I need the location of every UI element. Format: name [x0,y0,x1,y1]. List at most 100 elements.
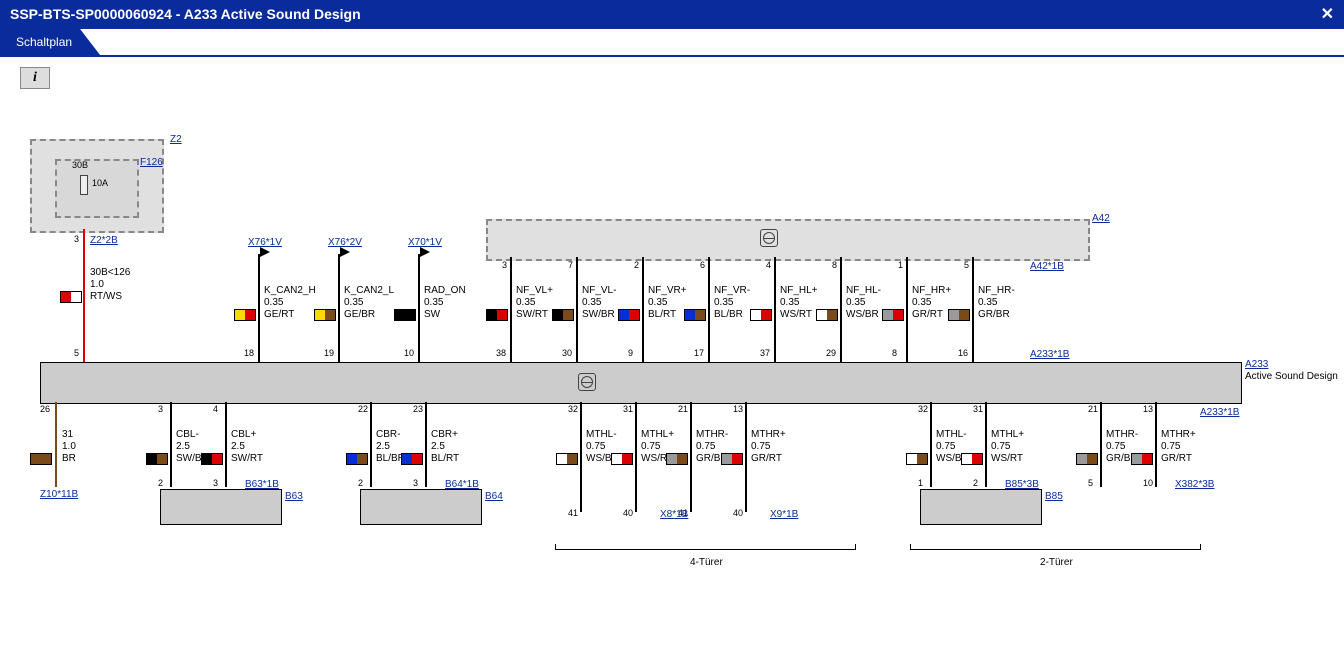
wire-mthlm4 [580,402,582,512]
pin: 4 [213,405,218,415]
pin: 13 [1143,405,1153,415]
c: GR/RT [1161,453,1192,464]
ref-X70*1V[interactable]: X70*1V [408,237,442,248]
pin-a42: 6 [700,261,705,271]
w31-sig: 31 [62,429,73,440]
pin: 23 [413,405,423,415]
component-box [160,489,282,525]
pin-z2-bot: 3 [74,235,79,245]
ref-z2-2b[interactable]: Z2*2B [90,235,118,246]
color-chip [401,453,423,465]
color-chip [486,309,508,321]
wire-nfvrm [708,257,710,362]
ref[interactable]: B63 [285,491,303,502]
fuse-icon [80,175,88,195]
color-chip [882,309,904,321]
ref-x9[interactable]: X9*1B [770,509,798,520]
ref-x8[interactable]: X8*1B [660,509,688,520]
pin-b: 5 [1088,479,1093,489]
sig: CBR- [376,429,400,440]
sig: NF_VR+ [648,285,687,296]
pin-a42: 1 [898,261,903,271]
ref-a42[interactable]: A42 [1092,213,1110,224]
g: 0.35 [978,297,997,308]
diagram-canvas: Z2 F126 30B 10A 3 Z2*2B 30B<126 1.0 RT/W… [0,89,1344,649]
arrow-icon [260,247,270,257]
ref-X76*1V[interactable]: X76*1V [248,237,282,248]
sig: MTHR- [696,429,728,440]
color-chip [666,453,688,465]
color-chip [1131,453,1153,465]
ref-a42-1b[interactable]: A42*1B [1030,261,1064,272]
color-chip [684,309,706,321]
g: 0.35 [516,297,535,308]
tab-schaltplan[interactable]: Schaltplan [0,29,100,55]
color-chip [556,453,578,465]
chip-rtws [60,291,82,303]
ref-a233-1b-bot[interactable]: A233*1B [1200,407,1239,418]
sig: NF_HR- [978,285,1015,296]
arrow-icon [420,247,430,257]
wire-cblp [225,402,227,487]
chip-br [30,453,52,465]
box-a42 [486,219,1090,261]
g: 0.75 [1106,441,1125,452]
pin: 32 [568,405,578,415]
color-chip [314,309,336,321]
pin-a233: 29 [826,349,836,359]
box-a233 [40,362,1242,404]
sig: MTHL+ [641,429,674,440]
pin-a42: 4 [766,261,771,271]
c: SW/RT [231,453,263,464]
pin: 13 [733,405,743,415]
ref-z2[interactable]: Z2 [170,134,182,145]
wire-mthlm2 [930,402,932,487]
wire-nfhrp [906,257,908,362]
g: 0.35 [582,297,601,308]
sig: MTHR+ [751,429,786,440]
sig: MTHL- [586,429,617,440]
pin-b: 41 [568,509,578,519]
w30b-sig: 30B<126 [90,267,130,278]
gauge: 0.35 [424,297,443,308]
wire-cbrp [425,402,427,487]
c: GR/RT [751,453,782,464]
sig: MTHL- [936,429,967,440]
c: BL/BR [714,309,743,320]
ref-a233[interactable]: A233 [1245,359,1268,370]
color-chip [346,453,368,465]
c: GR/RT [912,309,943,320]
g: 0.35 [912,297,931,308]
wire-mthrp4 [745,402,747,512]
color-chip [611,453,633,465]
col: GE/RT [264,309,294,320]
ref[interactable]: B64 [485,491,503,502]
color-chip [721,453,743,465]
g: 0.75 [696,441,715,452]
pin-b: 40 [733,509,743,519]
g: 0.35 [846,297,865,308]
pin-b: 2 [973,479,978,489]
c: WS/BR [846,309,879,320]
sig: NF_VR- [714,285,750,296]
wire-mthrp2 [1155,402,1157,487]
pin-a233: 37 [760,349,770,359]
wire-nfhlp [774,257,776,362]
wire-cblm [170,402,172,487]
ref[interactable]: X382*3B [1175,479,1214,490]
ref[interactable]: B85 [1045,491,1063,502]
ref-z10-11b[interactable]: Z10*11B [40,489,78,500]
ref-f126[interactable]: F126 [140,157,163,168]
fuse-lbl: 30B [72,161,88,171]
wire-K_CAN2_H [258,254,260,362]
close-icon[interactable]: ✕ [1321,4,1334,24]
ref-a233-1b-top[interactable]: A233*1B [1030,349,1069,360]
info-button[interactable]: i [20,67,50,89]
c: BL/RT [648,309,676,320]
wire-mthlp2 [985,402,987,487]
pin: 18 [244,349,254,359]
ref-X76*2V[interactable]: X76*2V [328,237,362,248]
pin-a233: 38 [496,349,506,359]
color-chip [618,309,640,321]
wire-K_CAN2_L [338,254,340,362]
